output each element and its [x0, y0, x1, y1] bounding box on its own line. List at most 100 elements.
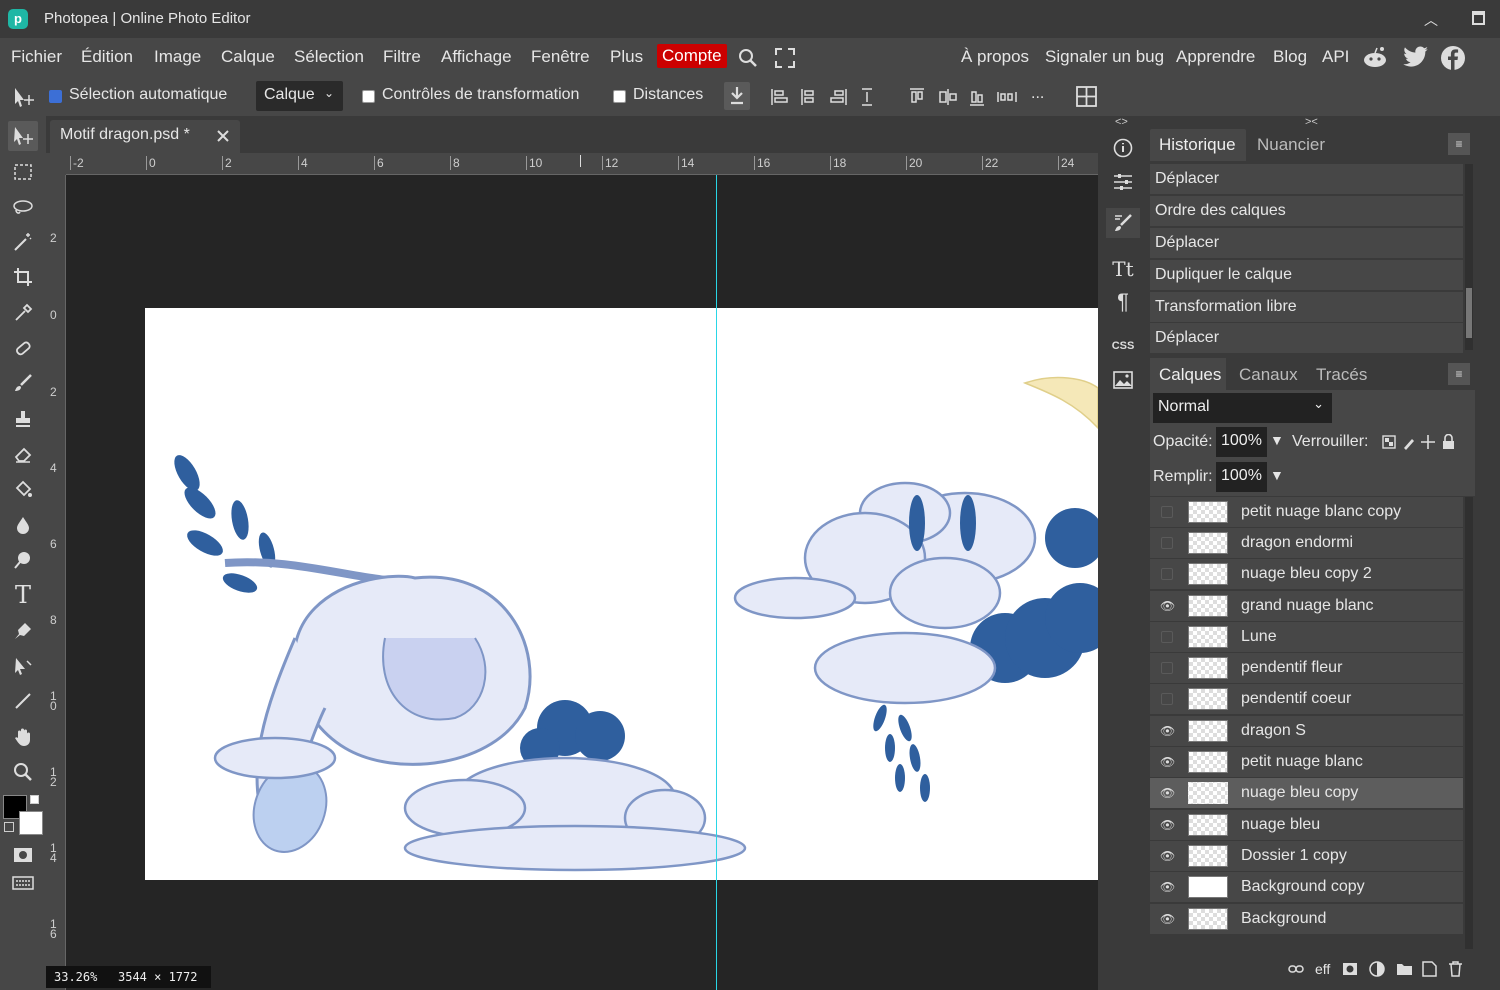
eye-icon[interactable]: 👁: [1160, 724, 1175, 738]
type-tool-button[interactable]: T: [8, 580, 38, 610]
distribute-icons[interactable]: [908, 87, 1018, 107]
history-scrollbar[interactable]: [1465, 164, 1473, 350]
eye-icon[interactable]: 👁: [1160, 849, 1175, 863]
layers-menu-icon[interactable]: ≡: [1448, 363, 1470, 385]
account-button[interactable]: Compte: [657, 44, 727, 68]
eye-icon[interactable]: 👁: [1160, 818, 1175, 832]
menu-filtre[interactable]: Filtre: [383, 47, 421, 67]
marquee-tool-button[interactable]: [8, 157, 38, 187]
hand-tool-button[interactable]: [8, 722, 38, 752]
healing-tool-button[interactable]: [8, 333, 38, 363]
new-layer-icon[interactable]: [1422, 961, 1437, 977]
menu-a-propos[interactable]: À propos: [961, 47, 1029, 67]
fill-input[interactable]: 100%: [1216, 462, 1267, 492]
crop-tool-button[interactable]: [8, 262, 38, 292]
layers-scrollbar[interactable]: [1465, 497, 1473, 949]
fill-tool-button[interactable]: [8, 474, 38, 504]
fill-dropdown-icon[interactable]: ▼: [1270, 467, 1284, 483]
visibility-toggle[interactable]: [1161, 506, 1173, 518]
menu-blog[interactable]: Blog: [1273, 47, 1307, 67]
history-item[interactable]: Déplacer: [1150, 323, 1463, 354]
menu-learn[interactable]: Apprendre: [1176, 47, 1255, 67]
default-colors-icon[interactable]: [4, 822, 14, 832]
menu-selection[interactable]: Sélection: [294, 47, 364, 67]
layer-row[interactable]: 👁 nuage bleu: [1150, 810, 1463, 841]
grid-icon[interactable]: [1076, 86, 1097, 107]
line-tool-button[interactable]: [8, 686, 38, 716]
move-tool-button[interactable]: [8, 121, 38, 151]
layer-row[interactable]: Lune: [1150, 622, 1463, 653]
document-tab[interactable]: Motif dragon.psd *: [50, 120, 240, 153]
more-options[interactable]: ...: [1031, 85, 1044, 103]
image-canvas[interactable]: [145, 308, 1115, 880]
layer-row[interactable]: 👁 grand nuage blanc: [1150, 591, 1463, 622]
fullscreen-icon[interactable]: [775, 48, 795, 68]
eyedropper-tool-button[interactable]: [8, 298, 38, 328]
layer-row[interactable]: 👁 Background: [1150, 904, 1463, 935]
layer-row-selected[interactable]: 👁 nuage bleu copy: [1150, 778, 1463, 809]
zoom-level[interactable]: 33.26%: [54, 970, 97, 984]
eye-icon[interactable]: 👁: [1160, 880, 1175, 894]
facebook-icon[interactable]: [1440, 45, 1466, 71]
collapse-icon[interactable]: ︿: [1424, 10, 1440, 28]
search-icon[interactable]: [738, 48, 758, 68]
dodge-tool-button[interactable]: [8, 545, 38, 575]
vertical-guide-line[interactable]: [716, 175, 717, 990]
window-restore-icon[interactable]: [1472, 11, 1485, 25]
history-item[interactable]: Déplacer: [1150, 228, 1463, 259]
tab-traces[interactable]: Tracés: [1316, 365, 1367, 385]
keyboard-button[interactable]: [8, 868, 38, 898]
close-icon[interactable]: [216, 129, 230, 143]
menu-edition[interactable]: Édition: [81, 47, 133, 67]
menu-api[interactable]: API: [1322, 47, 1349, 67]
eye-icon[interactable]: 👁: [1160, 786, 1175, 800]
visibility-toggle[interactable]: [1161, 568, 1173, 580]
brush-settings-button[interactable]: [1106, 208, 1140, 238]
transform-controls-checkbox[interactable]: [362, 90, 375, 103]
opacity-input[interactable]: 100%: [1216, 427, 1267, 457]
quick-mask-button[interactable]: [8, 840, 38, 870]
tab-calques[interactable]: Calques: [1159, 365, 1221, 385]
layer-row[interactable]: nuage bleu copy 2: [1150, 559, 1463, 590]
layer-mask-icon[interactable]: [1342, 962, 1358, 976]
opacity-dropdown-icon[interactable]: ▼: [1270, 432, 1284, 448]
align-icons[interactable]: [770, 87, 878, 107]
layer-row[interactable]: pendentif fleur: [1150, 653, 1463, 684]
layer-row[interactable]: pendentif coeur: [1150, 684, 1463, 715]
eye-icon[interactable]: 👁: [1160, 912, 1175, 926]
download-button[interactable]: [724, 82, 750, 110]
visibility-toggle[interactable]: [1161, 662, 1173, 674]
menu-affichage[interactable]: Affichage: [441, 47, 512, 67]
pen-tool-button[interactable]: [8, 616, 38, 646]
visibility-toggle[interactable]: [1161, 631, 1173, 643]
magic-wand-tool-button[interactable]: [8, 227, 38, 257]
layer-row[interactable]: 👁 Background copy: [1150, 872, 1463, 903]
layer-row[interactable]: 👁 Dossier 1 copy: [1150, 841, 1463, 872]
collapse-arrows-icon[interactable]: <>: [1115, 116, 1128, 128]
trash-icon[interactable]: [1448, 961, 1463, 977]
horizontal-ruler[interactable]: -2 0 2 4 6 8 10 12 14 16 18 20 22 24: [66, 153, 1098, 175]
distances-checkbox[interactable]: [613, 90, 626, 103]
tab-historique[interactable]: Historique: [1159, 135, 1236, 155]
background-color-swatch[interactable]: [19, 811, 43, 835]
history-menu-icon[interactable]: ≡: [1448, 133, 1470, 155]
reddit-icon[interactable]: [1362, 45, 1388, 69]
auto-select-checkbox[interactable]: [49, 90, 62, 103]
character-button[interactable]: Tt: [1106, 254, 1140, 284]
lock-icons[interactable]: [1382, 434, 1458, 450]
blur-tool-button[interactable]: [8, 510, 38, 540]
menu-fichier[interactable]: Fichier: [11, 47, 62, 67]
stamp-tool-button[interactable]: [8, 404, 38, 434]
brush-tool-button[interactable]: [8, 368, 38, 398]
history-item[interactable]: Ordre des calques: [1150, 196, 1463, 227]
blend-mode-select[interactable]: Normal ⌄: [1153, 393, 1332, 423]
tab-canaux[interactable]: Canaux: [1239, 365, 1298, 385]
lasso-tool-button[interactable]: [8, 192, 38, 222]
tab-nuancier[interactable]: Nuancier: [1257, 135, 1325, 155]
layer-row[interactable]: 👁 petit nuage blanc: [1150, 747, 1463, 778]
menu-plus[interactable]: Plus: [610, 47, 643, 67]
visibility-toggle[interactable]: [1161, 537, 1173, 549]
layer-effects-button[interactable]: eff: [1315, 961, 1330, 977]
swap-colors-icon[interactable]: [30, 795, 39, 804]
path-select-tool-button[interactable]: [8, 651, 38, 681]
